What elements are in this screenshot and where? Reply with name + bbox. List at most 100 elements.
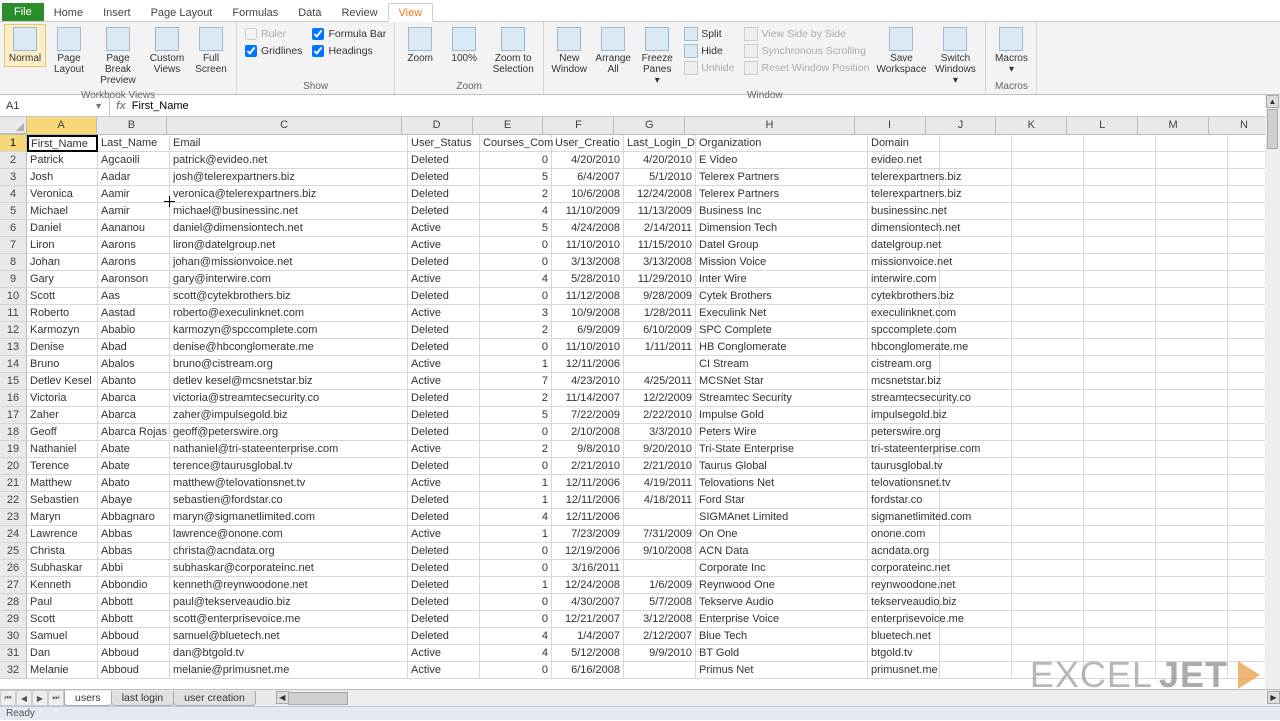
cell-C9[interactable]: gary@interwire.com — [170, 271, 408, 288]
cell-D18[interactable]: Deleted — [408, 424, 480, 441]
cell-M3[interactable] — [1156, 169, 1228, 186]
cell-K10[interactable] — [1012, 288, 1084, 305]
cell-A22[interactable]: Sebastien — [27, 492, 98, 509]
cell-M18[interactable] — [1156, 424, 1228, 441]
cell-K4[interactable] — [1012, 186, 1084, 203]
cell-M24[interactable] — [1156, 526, 1228, 543]
cell-I28[interactable]: tekserveaudio.biz — [868, 594, 940, 611]
cell-E24[interactable]: 1 — [480, 526, 552, 543]
cell-J7[interactable] — [940, 237, 1012, 254]
cell-I3[interactable]: telerexpartners.biz — [868, 169, 940, 186]
cell-E8[interactable]: 0 — [480, 254, 552, 271]
cell-C7[interactable]: liron@datelgroup.net — [170, 237, 408, 254]
cell-H28[interactable]: Tekserve Audio — [696, 594, 868, 611]
cell-B7[interactable]: Aarons — [98, 237, 170, 254]
row-header-3[interactable]: 3 — [0, 169, 27, 186]
cell-L25[interactable] — [1084, 543, 1156, 560]
cell-H11[interactable]: Execulink Net — [696, 305, 868, 322]
row-header-14[interactable]: 14 — [0, 356, 27, 373]
cell-G10[interactable]: 9/28/2009 — [624, 288, 696, 305]
cell-G6[interactable]: 2/14/2011 — [624, 220, 696, 237]
cell-B26[interactable]: Abbi — [98, 560, 170, 577]
cell-A13[interactable]: Denise — [27, 339, 98, 356]
cell-B1[interactable]: Last_Name — [98, 135, 170, 152]
zoom-100-button[interactable]: 100% — [443, 24, 485, 67]
cell-D13[interactable]: Deleted — [408, 339, 480, 356]
cell-C25[interactable]: christa@acndata.org — [170, 543, 408, 560]
cell-M28[interactable] — [1156, 594, 1228, 611]
cell-G24[interactable]: 7/31/2009 — [624, 526, 696, 543]
cell-I17[interactable]: impulsegold.biz — [868, 407, 940, 424]
cell-F24[interactable]: 7/23/2009 — [552, 526, 624, 543]
cell-C24[interactable]: lawrence@onone.com — [170, 526, 408, 543]
cell-I16[interactable]: streamtecsecurity.co — [868, 390, 940, 407]
cell-G3[interactable]: 5/1/2010 — [624, 169, 696, 186]
fx-icon[interactable]: fx — [116, 100, 126, 112]
cell-D2[interactable]: Deleted — [408, 152, 480, 169]
cell-F17[interactable]: 7/22/2009 — [552, 407, 624, 424]
cell-G18[interactable]: 3/3/2010 — [624, 424, 696, 441]
cell-K26[interactable] — [1012, 560, 1084, 577]
cell-M10[interactable] — [1156, 288, 1228, 305]
cell-G29[interactable]: 3/12/2008 — [624, 611, 696, 628]
cell-E29[interactable]: 0 — [480, 611, 552, 628]
cell-C23[interactable]: maryn@sigmanetlimited.com — [170, 509, 408, 526]
row-header-9[interactable]: 9 — [0, 271, 27, 288]
cell-I12[interactable]: spccomplete.com — [868, 322, 940, 339]
cell-M17[interactable] — [1156, 407, 1228, 424]
cell-A14[interactable]: Bruno — [27, 356, 98, 373]
cell-G4[interactable]: 12/24/2008 — [624, 186, 696, 203]
row-header-18[interactable]: 18 — [0, 424, 27, 441]
cell-F13[interactable]: 11/10/2010 — [552, 339, 624, 356]
sheet-nav-first[interactable]: ⏮ — [0, 690, 16, 706]
scroll-up-button[interactable]: ▲ — [1266, 95, 1279, 108]
cell-I15[interactable]: mcsnetstar.biz — [868, 373, 940, 390]
cell-H5[interactable]: Business Inc — [696, 203, 868, 220]
cell-H16[interactable]: Streamtec Security — [696, 390, 868, 407]
cell-C3[interactable]: josh@telerexpartners.biz — [170, 169, 408, 186]
column-header-M[interactable]: M — [1138, 117, 1209, 134]
tab-page-layout[interactable]: Page Layout — [141, 4, 223, 21]
row-header-6[interactable]: 6 — [0, 220, 27, 237]
cell-H24[interactable]: On One — [696, 526, 868, 543]
row-header-23[interactable]: 23 — [0, 509, 27, 526]
new-window-button[interactable]: New Window — [548, 24, 590, 78]
cell-E7[interactable]: 0 — [480, 237, 552, 254]
row-header-17[interactable]: 17 — [0, 407, 27, 424]
column-header-K[interactable]: K — [996, 117, 1067, 134]
column-header-D[interactable]: D — [402, 117, 473, 134]
cell-C30[interactable]: samuel@bluetech.net — [170, 628, 408, 645]
column-header-L[interactable]: L — [1067, 117, 1138, 134]
cell-E25[interactable]: 0 — [480, 543, 552, 560]
cell-A1[interactable]: First_Name — [27, 135, 98, 152]
cell-C6[interactable]: daniel@dimensiontech.net — [170, 220, 408, 237]
row-header-1[interactable]: 1 — [0, 135, 27, 152]
cell-L14[interactable] — [1084, 356, 1156, 373]
cell-E17[interactable]: 5 — [480, 407, 552, 424]
cell-G12[interactable]: 6/10/2009 — [624, 322, 696, 339]
cell-D29[interactable]: Deleted — [408, 611, 480, 628]
cell-F12[interactable]: 6/9/2009 — [552, 322, 624, 339]
sheet-tab-user-creation[interactable]: user creation — [173, 691, 256, 706]
cell-E21[interactable]: 1 — [480, 475, 552, 492]
normal-view-button[interactable]: Normal — [4, 24, 46, 67]
cell-G5[interactable]: 11/13/2009 — [624, 203, 696, 220]
switch-windows-button[interactable]: Switch Windows ▾ — [929, 24, 981, 89]
cell-F15[interactable]: 4/23/2010 — [552, 373, 624, 390]
cell-L18[interactable] — [1084, 424, 1156, 441]
cell-D27[interactable]: Deleted — [408, 577, 480, 594]
cell-L3[interactable] — [1084, 169, 1156, 186]
cell-E14[interactable]: 1 — [480, 356, 552, 373]
cell-B29[interactable]: Abbott — [98, 611, 170, 628]
cell-B9[interactable]: Aaronson — [98, 271, 170, 288]
cell-L2[interactable] — [1084, 152, 1156, 169]
cell-G20[interactable]: 2/21/2010 — [624, 458, 696, 475]
cell-E30[interactable]: 4 — [480, 628, 552, 645]
cell-M7[interactable] — [1156, 237, 1228, 254]
row-header-32[interactable]: 32 — [0, 662, 27, 679]
cell-A4[interactable]: Veronica — [27, 186, 98, 203]
cell-E16[interactable]: 2 — [480, 390, 552, 407]
cell-I32[interactable]: primusnet.me — [868, 662, 940, 679]
cell-B4[interactable]: Aamir — [98, 186, 170, 203]
cell-D15[interactable]: Active — [408, 373, 480, 390]
